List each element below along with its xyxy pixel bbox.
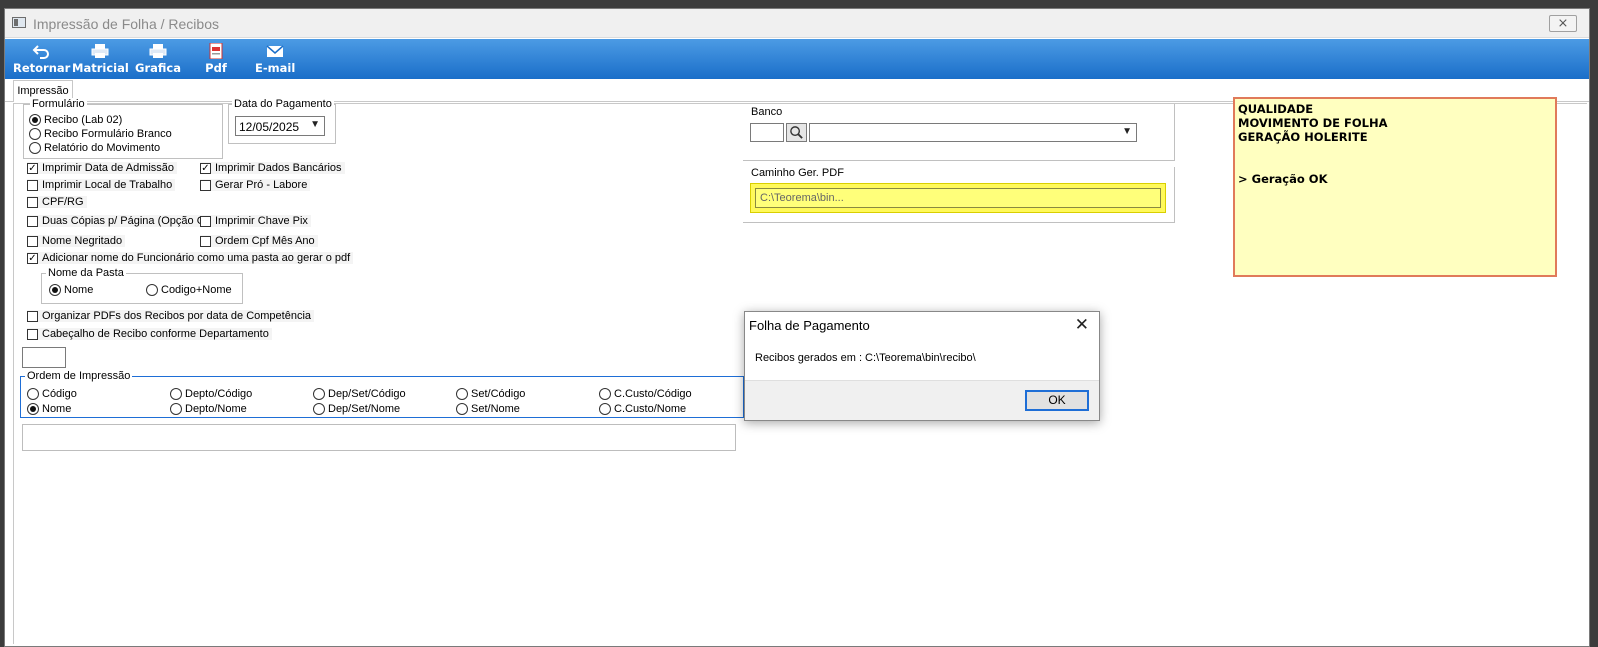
check-organizar-pdfs[interactable]: Organizar PDFs dos Recibos por data de C… [27, 310, 315, 322]
radio-recibo-formulario-branco[interactable]: Recibo Formulário Branco [29, 128, 172, 140]
toolbar: Retornar Matricial Grafica Pdf E-mail [5, 39, 1589, 79]
check-cpf-rg[interactable]: CPF/RG [27, 196, 87, 208]
email-icon [266, 45, 284, 57]
dialog-title: Folha de Pagamento [749, 318, 870, 333]
ordem-impressao-title: Ordem de Impressão [25, 370, 133, 382]
ok-button[interactable]: OK [1025, 390, 1089, 411]
note-line [1238, 144, 1552, 158]
dialog-footer: OK [745, 380, 1099, 420]
caminho-pdf-input[interactable]: C:\Teorema\bin... [755, 188, 1161, 208]
formulario-title: Formulário [30, 98, 87, 110]
printer-icon [149, 44, 167, 58]
caminho-pdf-label: Caminho Ger. PDF [751, 167, 844, 179]
note-line: > Geração OK [1238, 172, 1328, 186]
return-arrow-icon [32, 45, 49, 59]
radio-ordem-codigo[interactable]: Código [27, 388, 77, 400]
radio-indicator [29, 128, 41, 140]
blank-field[interactable] [22, 424, 736, 451]
window-icon [12, 17, 26, 28]
checkbox-checked: ✓ [27, 162, 38, 174]
title-bar: Impressão de Folha / Recibos ⨯ [5, 9, 1589, 38]
radio-ordem-set-nome[interactable]: Set/Nome [456, 403, 520, 415]
message-dialog: Folha de Pagamento ✕ Recibos gerados em … [744, 311, 1100, 421]
radio-ordem-nome[interactable]: Nome [27, 403, 71, 415]
dialog-message: Recibos gerados em : C:\Teorema\bin\reci… [755, 352, 976, 364]
chevron-down-icon: ▼ [1122, 126, 1132, 137]
banco-code-input[interactable] [750, 123, 784, 142]
radio-ordem-ccusto-nome[interactable]: C.Custo/Nome [599, 403, 686, 415]
radio-ordem-ccusto-codigo[interactable]: C.Custo/Código [599, 388, 692, 400]
data-pagamento-picker[interactable]: 12/05/2025 ▼ [235, 116, 325, 136]
radio-ordem-depto-codigo[interactable]: Depto/Código [170, 388, 252, 400]
check-imprimir-dados-bancarios[interactable]: ✓ Imprimir Dados Bancários [200, 162, 345, 174]
checkbox-checked: ✓ [27, 252, 38, 264]
data-pagamento-group: Data do Pagamento 12/05/2025 ▼ [228, 98, 336, 144]
search-icon [790, 126, 803, 139]
banco-group: Banco ▼ [743, 104, 1175, 161]
status-note: QUALIDADE MOVIMENTO DE FOLHA GERAÇÃO HOL… [1233, 97, 1557, 277]
formulario-group: Formulário Recibo (Lab 02) Recibo Formul… [23, 98, 223, 159]
return-button[interactable]: Retornar [13, 39, 70, 79]
radio-indicator [146, 284, 158, 296]
caminho-pdf-group: Caminho Ger. PDF C:\Teorema\bin... [743, 167, 1175, 223]
nome-pasta-group: Nome da Pasta Nome Codigo+Nome [41, 267, 243, 304]
banco-label: Banco [751, 106, 783, 118]
check-imprimir-chave-pix[interactable]: Imprimir Chave Pix [200, 215, 311, 227]
ordem-impressao-group: Ordem de Impressão Código Depto/Código D… [20, 370, 744, 418]
radio-indicator [49, 284, 61, 296]
small-input[interactable] [22, 347, 66, 368]
chevron-down-icon: ▼ [310, 119, 320, 130]
banco-name-select[interactable]: ▼ [809, 123, 1137, 142]
radio-ordem-set-codigo[interactable]: Set/Código [456, 388, 525, 400]
matricial-button[interactable]: Matricial [72, 39, 129, 79]
check-imprimir-local-trabalho[interactable]: Imprimir Local de Trabalho [27, 179, 176, 191]
nome-pasta-title: Nome da Pasta [46, 267, 126, 279]
note-line: MOVIMENTO DE FOLHA [1238, 116, 1388, 130]
grafica-button[interactable]: Grafica [135, 39, 181, 79]
window-title: Impressão de Folha / Recibos [33, 16, 219, 32]
check-ordem-cpf[interactable]: Ordem Cpf Mês Ano [200, 235, 318, 247]
check-duas-copias[interactable]: Duas Cópias p/ Página (Opção G [27, 215, 209, 227]
check-gerar-pro-labore[interactable]: Gerar Pró - Labore [200, 179, 311, 191]
check-imprimir-data-admissao[interactable]: ✓ Imprimir Data de Admissão [27, 162, 178, 174]
radio-indicator [29, 142, 41, 154]
email-button[interactable]: E-mail [255, 39, 295, 79]
radio-relatorio-movimento[interactable]: Relatório do Movimento [29, 142, 160, 154]
radio-indicator [29, 114, 41, 126]
check-adicionar-nome-pasta[interactable]: ✓ Adicionar nome do Funcionário como uma… [27, 252, 354, 264]
radio-recibo-lab02[interactable]: Recibo (Lab 02) [29, 114, 122, 126]
pdf-button[interactable]: Pdf [201, 39, 231, 79]
pdf-icon [209, 43, 223, 59]
data-pagamento-title: Data do Pagamento [232, 98, 334, 110]
check-nome-negritado[interactable]: Nome Negritado [27, 235, 126, 247]
radio-ordem-dep-set-nome[interactable]: Dep/Set/Nome [313, 403, 400, 415]
caminho-pdf-highlight: C:\Teorema\bin... [750, 183, 1166, 213]
dialog-close-icon[interactable]: ✕ [1075, 315, 1089, 335]
checkbox-checked: ✓ [200, 162, 211, 174]
printer-icon [91, 44, 109, 58]
note-line: GERAÇÃO HOLERITE [1238, 130, 1368, 144]
radio-pasta-codigo-nome[interactable]: Codigo+Nome [146, 284, 232, 296]
check-cabecalho-recibo[interactable]: Cabeçalho de Recibo conforme Departament… [27, 328, 272, 340]
banco-search-button[interactable] [786, 123, 807, 142]
radio-ordem-dep-set-codigo[interactable]: Dep/Set/Código [313, 388, 406, 400]
radio-ordem-depto-nome[interactable]: Depto/Nome [170, 403, 247, 415]
radio-pasta-nome[interactable]: Nome [49, 284, 93, 296]
note-line: QUALIDADE [1238, 102, 1314, 116]
window-close-button[interactable]: ⨯ [1549, 15, 1577, 32]
note-line [1238, 158, 1552, 172]
